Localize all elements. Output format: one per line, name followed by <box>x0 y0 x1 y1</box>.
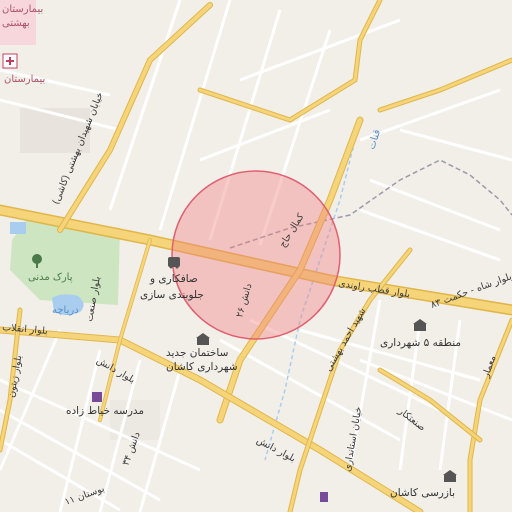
label-daryacheh: دریاچه <box>52 305 79 316</box>
label-hospital-left: بیمارستان <box>4 74 45 85</box>
label-school: مدرسه خیاط زاده <box>66 405 144 417</box>
pond <box>10 222 26 234</box>
building-icon <box>320 492 328 502</box>
label-bazrasi: بازرسی کاشان <box>390 487 455 499</box>
label-hospital-top2: بهشتی <box>2 18 30 29</box>
label-sazi-1: صافکاری و <box>149 273 198 285</box>
map-canvas[interactable]: بیمارستان بهشتی بیمارستان خیابان شهیدان … <box>0 0 512 512</box>
hospital-icon[interactable] <box>2 53 18 69</box>
label-hospital-top: بیمارستان <box>2 4 43 15</box>
car-repair-icon[interactable] <box>168 257 180 269</box>
label-sazi-2: جلوبندی سازی <box>140 289 204 301</box>
school-icon[interactable] <box>92 392 102 402</box>
label-park-madani: پارک مدنی <box>28 272 73 283</box>
label-building-1: ساختمان جدید <box>166 347 228 359</box>
label-region5: منطقه ۵ شهرداری <box>380 337 461 349</box>
label-building-2: شهرداری کاشان <box>166 361 238 373</box>
highlight-circle[interactable] <box>171 170 341 340</box>
